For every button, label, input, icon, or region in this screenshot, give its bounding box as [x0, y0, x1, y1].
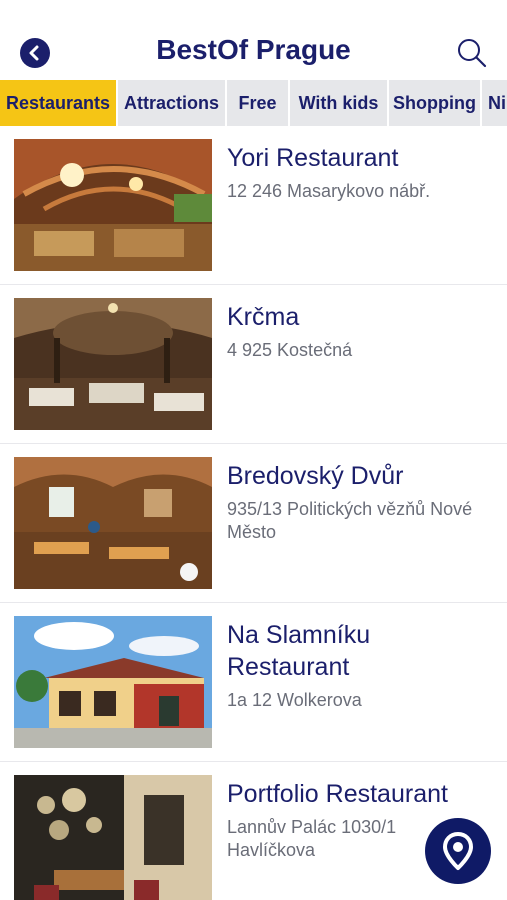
tab-attractions[interactable]: Attractions: [118, 80, 225, 126]
search-button[interactable]: [456, 37, 488, 69]
page-title: BestOf Prague: [156, 34, 351, 65]
restaurant-photo: [14, 139, 212, 271]
restaurant-address: Lannův Palác 1030/1 Havlíčkova: [227, 817, 397, 860]
tab-free[interactable]: Free: [227, 80, 288, 126]
restaurant-photo: [14, 298, 212, 430]
tab-restaurants[interactable]: Restaurants: [0, 80, 116, 126]
restaurant-photo: [14, 616, 212, 748]
restaurant-name: Portfolio Restaurant: [227, 780, 448, 808]
tab-nightlife[interactable]: Ni: [482, 80, 507, 126]
list-item[interactable]: Na Slamníku Restaurant 1a 12 Wolkerova: [0, 603, 507, 762]
tab-with-kids[interactable]: With kids: [290, 80, 387, 126]
category-tabs: Restaurants Attractions Free With kids S…: [0, 80, 507, 126]
restaurant-address: 1a 12 Wolkerova: [227, 690, 362, 710]
restaurant-name: Na Slamníku Restaurant: [227, 621, 371, 681]
restaurant-list: Yori Restaurant 12 246 Masarykovo nábř. …: [0, 126, 507, 900]
list-item[interactable]: Krčma 4 925 Kostečná: [0, 285, 507, 444]
restaurant-name: Bredovský Dvůr: [227, 462, 404, 490]
restaurant-address: 12 246 Masarykovo nábř.: [227, 181, 431, 201]
map-pin-icon: [443, 832, 473, 870]
search-icon: [458, 39, 487, 68]
restaurant-name: Krčma: [227, 303, 300, 331]
list-item[interactable]: Yori Restaurant 12 246 Masarykovo nábř.: [0, 126, 507, 285]
list-item[interactable]: Bredovský Dvůr 935/13 Politických vězňů …: [0, 444, 507, 603]
restaurant-photo: [14, 457, 212, 589]
map-button[interactable]: [425, 818, 491, 884]
restaurant-address: 935/13 Politických vězňů Nové Město: [227, 499, 473, 542]
restaurant-address: 4 925 Kostečná: [227, 340, 353, 360]
tab-shopping[interactable]: Shopping: [389, 80, 480, 126]
restaurant-name: Yori Restaurant: [227, 144, 399, 172]
restaurant-photo: [14, 775, 212, 900]
app-header: BestOf Prague: [0, 0, 507, 80]
